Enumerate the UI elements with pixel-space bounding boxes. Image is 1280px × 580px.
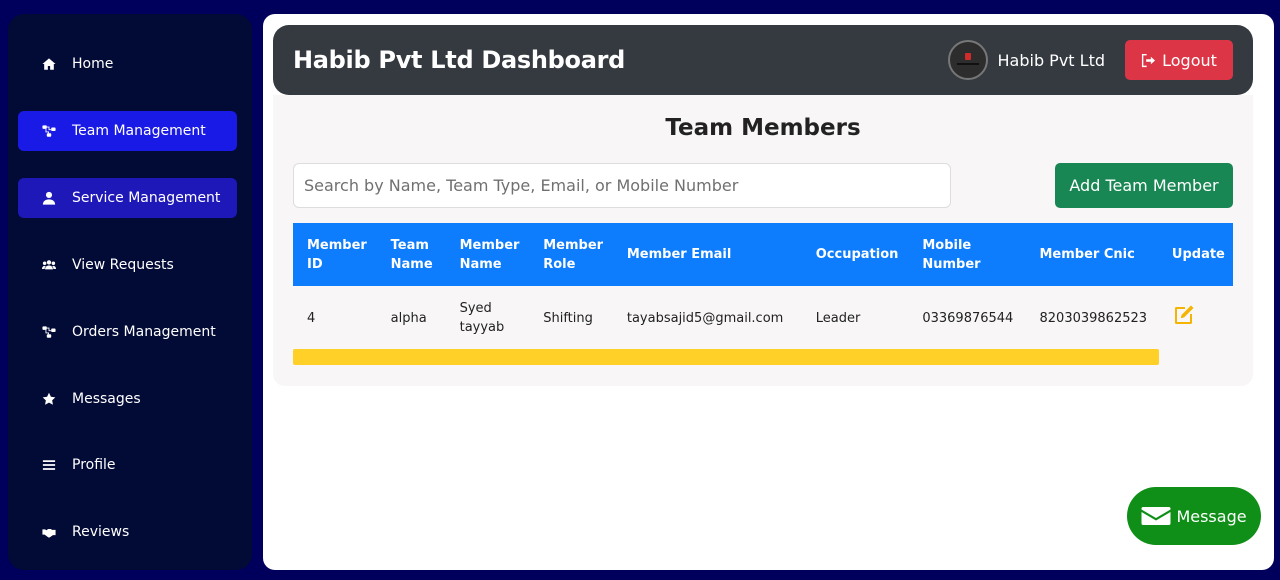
add-team-member-button[interactable]: Add Team Member — [1055, 163, 1233, 208]
cell-member-email: tayabsajid5@gmail.com — [612, 286, 802, 350]
column-header-mobile-number: Mobile Number — [908, 223, 1026, 286]
sidebar-item-label: Profile — [72, 457, 116, 473]
cell-occupation: Leader — [801, 286, 909, 350]
page-title: Habib Pvt Ltd Dashboard — [293, 46, 626, 74]
column-header-member-name: Member Name — [445, 223, 530, 286]
sidebar-item-reviews[interactable]: Reviews — [18, 512, 237, 552]
cell-member-id: 4 — [293, 286, 377, 350]
sidebar-item-service-management[interactable]: Service Management — [18, 178, 237, 218]
home-icon — [42, 57, 56, 71]
sidebar-item-view-requests[interactable]: View Requests — [18, 245, 237, 285]
cell-member-name: Syed tayyab — [445, 286, 530, 350]
sidebar-item-label: Reviews — [72, 524, 130, 540]
sidebar-item-home[interactable]: Home — [18, 44, 237, 84]
main-panel: Habib Pvt Ltd Dashboard Habib Pvt Ltd Lo… — [263, 14, 1274, 570]
sidebar-item-profile[interactable]: Profile — [18, 445, 237, 485]
handshake-icon — [42, 525, 56, 539]
sidebar-item-team-management[interactable]: Team Management — [18, 111, 237, 151]
table-scrollbar[interactable] — [293, 349, 1159, 365]
table-row: 4 alpha Syed tayyab Shifting tayabsajid5… — [293, 286, 1233, 350]
sidebar-item-label: Team Management — [72, 123, 206, 139]
users-icon — [42, 258, 56, 272]
cell-mobile-number: 03369876544 — [908, 286, 1026, 350]
star-icon — [42, 392, 56, 406]
sitemap-icon — [42, 325, 56, 339]
company-name: Habib Pvt Ltd — [997, 50, 1106, 70]
cell-member-role: Shifting — [529, 286, 613, 350]
column-header-member-id: Member ID — [293, 223, 377, 286]
table-header-row: Member ID Team Name Member Name Member R… — [293, 223, 1233, 286]
sidebar-item-orders-management[interactable]: Orders Management — [18, 312, 237, 352]
sign-out-icon — [1142, 53, 1156, 67]
avatar[interactable] — [947, 40, 988, 80]
edit-icon[interactable] — [1172, 305, 1196, 331]
column-header-member-role: Member Role — [529, 223, 613, 286]
user-icon — [42, 191, 56, 205]
column-header-member-email: Member Email — [612, 223, 802, 286]
company-logo-icon — [956, 53, 979, 65]
bars-icon — [42, 458, 56, 472]
sidebar-item-label: Home — [72, 56, 114, 72]
column-header-team-name: Team Name — [376, 223, 446, 286]
section-title: Team Members — [665, 115, 861, 141]
column-header-occupation: Occupation — [801, 223, 909, 286]
cell-team-name: alpha — [376, 286, 446, 350]
sidebar-item-label: Orders Management — [72, 324, 216, 340]
cell-member-cnic: 8203039862523 — [1025, 286, 1158, 350]
message-button[interactable]: Message — [1127, 487, 1261, 545]
sidebar-item-label: Service Management — [72, 190, 221, 206]
column-header-update: Update — [1157, 223, 1233, 286]
search-input[interactable] — [293, 163, 951, 208]
column-header-member-cnic: Member Cnic — [1025, 223, 1158, 286]
dashboard-header: Habib Pvt Ltd Dashboard Habib Pvt Ltd Lo… — [273, 25, 1253, 95]
team-members-card: Team Members Add Team Member Member ID T… — [273, 95, 1253, 386]
cell-update — [1157, 286, 1233, 350]
members-table: Member ID Team Name Member Name Member R… — [293, 223, 1233, 350]
sidebar: Home Team Management Service Management … — [8, 14, 252, 570]
logout-label: Logout — [1162, 50, 1217, 70]
sidebar-item-label: View Requests — [72, 257, 174, 273]
message-button-label: Message — [1176, 506, 1247, 526]
envelope-icon — [1141, 507, 1171, 525]
sidebar-item-messages[interactable]: Messages — [18, 379, 237, 419]
sitemap-icon — [42, 124, 56, 138]
sidebar-item-label: Messages — [72, 391, 141, 407]
logout-button[interactable]: Logout — [1125, 40, 1233, 80]
